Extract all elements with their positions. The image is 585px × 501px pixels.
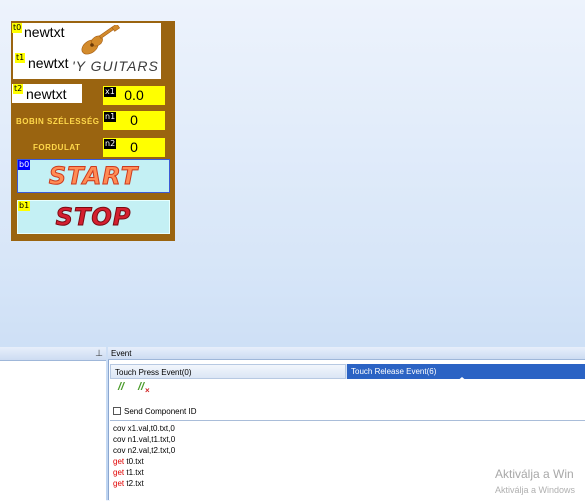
start-button[interactable]: START — [17, 159, 170, 193]
code-text: cov n2.val,t2.txt,0 — [113, 446, 176, 455]
code-line: get t0.txt — [113, 456, 144, 467]
remove-x-icon: × — [145, 386, 150, 395]
tab-touch-press[interactable]: Touch Press Event(0) — [110, 364, 346, 379]
b0-id-tag: b0 — [18, 160, 31, 170]
n1-label: BOBIN SZÉLESSÉG — [16, 117, 100, 126]
code-keyword: get — [113, 457, 125, 466]
x1-value: 0.0 — [124, 87, 144, 103]
stop-button[interactable]: STOP — [17, 200, 170, 234]
code-text: cov x1.val,t0.txt,0 — [113, 424, 175, 433]
left-panel-header: ⊥ — [0, 347, 106, 361]
n2-label: FORDULAT — [33, 143, 81, 152]
event-tabbar: Touch Press Event(0) Touch Release Event… — [110, 364, 585, 379]
pin-icon[interactable]: ⊥ — [95, 348, 103, 359]
t1-text[interactable]: newtxt — [28, 55, 68, 71]
n1-id-tag: n1 — [104, 112, 117, 122]
activation-watermark-title: Aktiválja a Win — [495, 467, 574, 481]
code-keyword: get — [113, 468, 125, 477]
x1-id-tag: x1 — [104, 87, 116, 97]
send-component-id-checkbox[interactable] — [113, 407, 121, 415]
comment-icon[interactable]: // — [118, 381, 124, 393]
code-line: get t1.txt — [113, 467, 144, 478]
code-line: cov n2.val,t2.txt,0 — [113, 445, 175, 456]
t1-id-tag: t1 — [15, 53, 26, 63]
activation-watermark-subtitle: Aktiválja a Windows — [495, 485, 576, 495]
stop-label: STOP — [55, 203, 132, 232]
code-text: cov n1.val,t1.txt,0 — [113, 435, 176, 444]
t0-id-tag: t0 — [12, 23, 23, 33]
n2-id-tag: n2 — [104, 139, 117, 149]
b1-id-tag: b1 — [18, 201, 31, 211]
send-component-id-row[interactable]: Send Component ID — [113, 405, 197, 417]
code-text: t1.txt — [124, 468, 144, 477]
brand-text: 'Y GUITARS — [72, 58, 159, 74]
code-keyword: get — [113, 479, 125, 488]
uncomment-icon[interactable]: //× — [138, 381, 150, 395]
code-line: cov n1.val,t1.txt,0 — [113, 434, 175, 445]
code-line: get t2.txt — [113, 478, 144, 489]
left-panel — [0, 347, 106, 501]
code-text: t0.txt — [124, 457, 144, 466]
t2-text[interactable]: newtxt — [26, 86, 66, 102]
t0-text[interactable]: newtxt — [24, 24, 64, 40]
code-line: cov x1.val,t0.txt,0 — [113, 423, 175, 434]
start-label: START — [48, 162, 139, 191]
t2-id-tag: t2 — [13, 84, 24, 94]
code-text: t2.txt — [124, 479, 144, 488]
event-panel-title: Event — [108, 347, 585, 360]
n2-value: 0 — [130, 139, 138, 155]
event-toolbar: // //× — [110, 380, 585, 398]
send-component-id-label: Send Component ID — [124, 406, 197, 416]
n1-value: 0 — [130, 112, 138, 128]
guitar-logo-icon — [81, 25, 121, 55]
